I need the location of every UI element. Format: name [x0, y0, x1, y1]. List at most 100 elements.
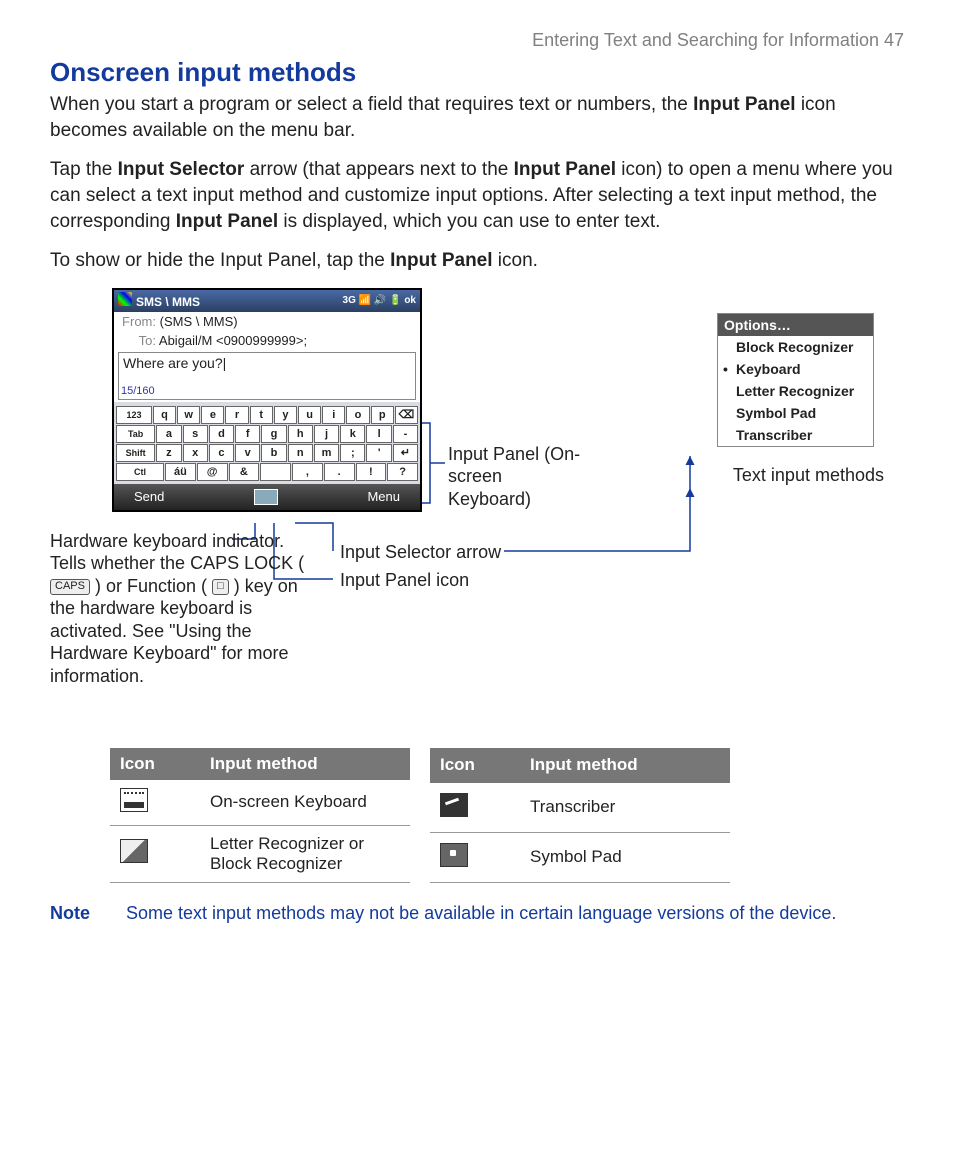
- input-method-menu: Options… Block RecognizerKeyboardLetter …: [717, 313, 874, 447]
- key: x: [183, 444, 208, 462]
- key: m: [314, 444, 339, 462]
- term-input-selector: Input Selector: [118, 159, 245, 180]
- method-label: Letter Recognizer or Block Recognizer: [200, 825, 410, 882]
- key: o: [346, 406, 369, 424]
- col-method: Input method: [520, 748, 730, 783]
- fn-key-icon: □: [212, 579, 229, 595]
- input-panel-icon: [254, 489, 278, 505]
- key: k: [340, 425, 365, 443]
- menu-item: Transcriber: [718, 424, 873, 446]
- input-method-tables: IconInput method On-screen KeyboardLette…: [110, 748, 904, 883]
- menu-header: Options…: [718, 314, 873, 336]
- text: To show or hide the Input Panel, tap the: [50, 250, 390, 271]
- text: When you start a program or select a fie…: [50, 94, 693, 115]
- from-row: From: (SMS \ MMS): [114, 312, 420, 331]
- text: arrow (that appears next to the: [244, 159, 513, 180]
- term-input-panel: Input Panel: [176, 211, 278, 232]
- key: r: [225, 406, 248, 424]
- paragraph-2: Tap the Input Selector arrow (that appea…: [50, 157, 904, 234]
- key: ?: [387, 463, 418, 481]
- key: l: [366, 425, 391, 443]
- note-text: Some text input methods may not be avail…: [126, 903, 836, 924]
- figure: SMS \ MMS 3G 📶 🔊 🔋 ok From: (SMS \ MMS) …: [50, 288, 904, 738]
- char-count: 15/160: [121, 385, 155, 397]
- callout-text-methods: Text input methods: [733, 464, 884, 487]
- note-label: Note: [50, 903, 106, 924]
- text: Hardware keyboard indicator. Tells wheth…: [50, 531, 304, 574]
- col-icon: Icon: [430, 748, 520, 783]
- callout-panel-icon: Input Panel icon: [340, 569, 469, 592]
- term-input-panel: Input Panel: [390, 250, 492, 271]
- key: y: [274, 406, 297, 424]
- paragraph-1: When you start a program or select a fie…: [50, 92, 904, 143]
- text: ) or Function (: [95, 576, 207, 596]
- phone-screenshot: SMS \ MMS 3G 📶 🔊 🔋 ok From: (SMS \ MMS) …: [112, 288, 422, 512]
- pen-icon: [120, 839, 148, 863]
- note: Note Some text input methods may not be …: [50, 903, 904, 924]
- col-method: Input method: [200, 748, 410, 780]
- title-bar: SMS \ MMS 3G 📶 🔊 🔋 ok: [114, 290, 420, 312]
- paragraph-3: To show or hide the Input Panel, tap the…: [50, 248, 904, 274]
- text: icon.: [493, 250, 538, 271]
- key: h: [288, 425, 313, 443]
- key: .: [324, 463, 355, 481]
- key: g: [261, 425, 286, 443]
- key: Shift: [116, 444, 155, 462]
- table-row: On-screen Keyboard: [110, 780, 410, 826]
- menu-item: Symbol Pad: [718, 402, 873, 424]
- text: Tap the: [50, 159, 118, 180]
- input-method-table-left: IconInput method On-screen KeyboardLette…: [110, 748, 410, 883]
- key: ⌫: [395, 406, 418, 424]
- key: [260, 463, 291, 481]
- key: c: [209, 444, 234, 462]
- key: 123: [116, 406, 152, 424]
- term-input-panel: Input Panel: [693, 94, 795, 115]
- method-label: Transcriber: [520, 783, 730, 833]
- term-input-panel: Input Panel: [514, 159, 616, 180]
- key: ;: [340, 444, 365, 462]
- scr-icon: [440, 793, 468, 817]
- caps-key-icon: CAPS: [50, 579, 90, 595]
- soft-key-bar: Send Menu: [114, 484, 420, 510]
- method-label: Symbol Pad: [520, 832, 730, 882]
- callout-input-panel: Input Panel (On-screen Keyboard): [448, 443, 588, 511]
- status-icons: 3G 📶 🔊 🔋 ok: [343, 295, 416, 306]
- col-icon: Icon: [110, 748, 200, 780]
- from-value: (SMS \ MMS): [160, 314, 238, 329]
- app-title: SMS \ MMS: [136, 295, 200, 309]
- menu-item: Block Recognizer: [718, 336, 873, 358]
- key: Tab: [116, 425, 155, 443]
- running-head: Entering Text and Searching for Informat…: [50, 30, 904, 51]
- key: ↵: [393, 444, 418, 462]
- onscreen-keyboard: 123qwertyuiop⌫Tabasdfghjkl-Shiftzxcvbnm;…: [114, 402, 420, 484]
- key: t: [250, 406, 273, 424]
- table-row: Transcriber: [430, 783, 730, 833]
- key: p: [371, 406, 394, 424]
- kbd-icon: [120, 788, 148, 812]
- section-heading: Onscreen input methods: [50, 57, 904, 88]
- input-method-table-right: IconInput method TranscriberSymbol Pad: [430, 748, 730, 883]
- key: z: [156, 444, 181, 462]
- sym-icon: [440, 843, 468, 867]
- key: ': [366, 444, 391, 462]
- table-row: Symbol Pad: [430, 832, 730, 882]
- message-text: Where are you?: [123, 355, 223, 371]
- key: n: [288, 444, 313, 462]
- key: áü: [165, 463, 196, 481]
- softkey-menu: Menu: [367, 489, 400, 504]
- method-label: On-screen Keyboard: [200, 780, 410, 826]
- table-row: Letter Recognizer or Block Recognizer: [110, 825, 410, 882]
- menu-item: Keyboard: [718, 358, 873, 380]
- key: -: [393, 425, 418, 443]
- key: d: [209, 425, 234, 443]
- key: b: [261, 444, 286, 462]
- callout-selector-arrow: Input Selector arrow: [340, 541, 501, 564]
- start-icon: [118, 292, 132, 306]
- menu-item: Letter Recognizer: [718, 380, 873, 402]
- to-value: Abigail/M <0900999999>;: [159, 333, 307, 348]
- key: j: [314, 425, 339, 443]
- from-label: From:: [118, 314, 156, 329]
- to-row: To: Abigail/M <0900999999>;: [114, 331, 420, 350]
- key: !: [356, 463, 387, 481]
- callout-hw-kbd: Hardware keyboard indicator. Tells wheth…: [50, 530, 310, 688]
